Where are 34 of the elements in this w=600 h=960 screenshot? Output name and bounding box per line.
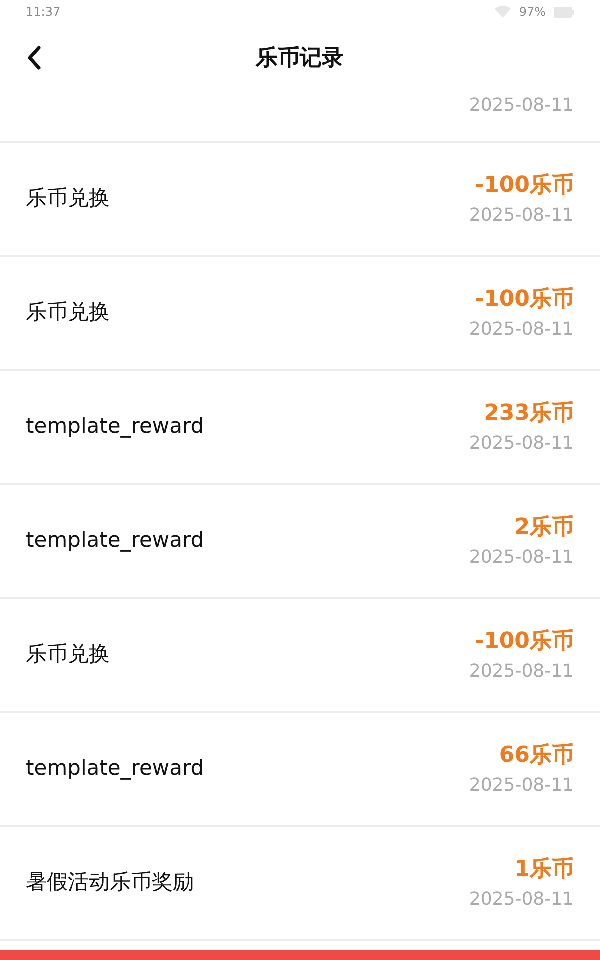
record-date: 2025-08-11	[469, 94, 574, 118]
record-title: 乐币兑换	[26, 641, 110, 668]
record-amount: 2乐币	[514, 514, 574, 542]
record-date: 2025-08-11	[469, 318, 574, 342]
record-date: 2025-08-11	[469, 660, 574, 684]
record-amount: 1乐币	[514, 856, 574, 884]
record-row[interactable]: 乐币兑换 -100乐币 2025-08-11	[0, 257, 600, 371]
record-row[interactable]: template_reward 233乐币 2025-08-11	[0, 371, 600, 485]
record-amount: -100乐币	[474, 628, 574, 656]
record-amount: 233乐币	[484, 400, 574, 428]
record-title: 乐币兑换	[26, 185, 110, 212]
wifi-icon	[495, 6, 512, 18]
record-date: 2025-08-11	[469, 774, 574, 798]
record-row[interactable]: 暑假活动乐币奖励 1乐币 2025-08-11	[0, 827, 600, 941]
page-title: 乐币记录	[256, 44, 344, 72]
status-time: 11:37	[26, 4, 61, 21]
battery-icon	[554, 6, 574, 18]
record-title: 乐币兑换	[26, 299, 110, 326]
record-title: 暑假活动乐币奖励	[26, 869, 194, 896]
record-row[interactable]: template_reward 2乐币 2025-08-11	[0, 485, 600, 599]
record-amount: -100乐币	[474, 172, 574, 200]
record-amount: -100乐币	[474, 286, 574, 314]
record-row[interactable]: 乐币兑换 -100乐币 2025-08-11	[0, 143, 600, 257]
record-date: 2025-08-11	[469, 888, 574, 912]
record-title: template_reward	[26, 755, 204, 782]
record-date: 2025-08-11	[469, 432, 574, 456]
record-title: template_reward	[26, 413, 204, 440]
record-title: template_reward	[26, 527, 204, 554]
battery-level: 97%	[519, 4, 546, 21]
record-amount: 66乐币	[499, 742, 574, 770]
record-row[interactable]: template_reward 66乐币 2025-08-11	[0, 713, 600, 827]
record-row[interactable]: 乐币兑换 -100乐币 2025-08-11	[0, 599, 600, 713]
record-date: 2025-08-11	[469, 546, 574, 570]
record-date: 2025-08-11	[469, 204, 574, 228]
